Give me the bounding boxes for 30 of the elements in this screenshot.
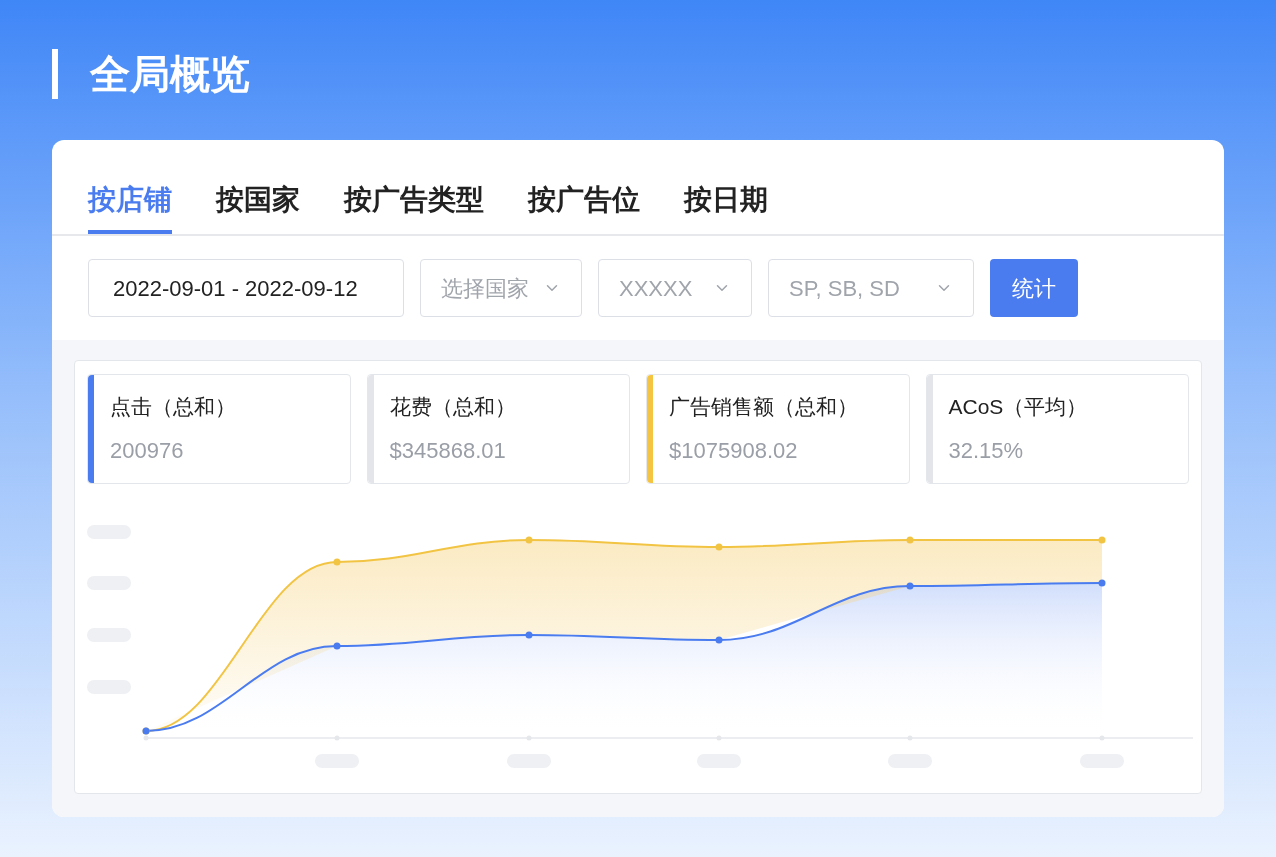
stat-value: $345868.01 [389, 437, 507, 466]
date-range-field[interactable]: 2022-09-01 - 2022-09-12 [88, 259, 404, 317]
data-point [715, 636, 723, 644]
stat-label: 点击（总和） [110, 393, 237, 420]
tab[interactable]: 按广告位 [528, 140, 640, 234]
tab[interactable]: 按日期 [684, 140, 768, 234]
stat-label: 广告销售额（总和） [669, 393, 859, 420]
page-title: 全局概览 [90, 54, 250, 94]
data-point [333, 558, 341, 566]
data-point [1098, 579, 1106, 587]
data-point [333, 642, 341, 650]
stat-value: 32.15% [948, 437, 1025, 466]
data-point [715, 543, 723, 551]
tab[interactable]: 按店铺 [88, 140, 172, 234]
data-point [525, 536, 533, 544]
tab[interactable]: 按广告类型 [344, 140, 484, 234]
select-placeholder: 选择国家 [441, 274, 529, 303]
tab[interactable]: 按国家 [216, 140, 300, 234]
data-point [525, 631, 533, 639]
title-accent-bar [52, 49, 58, 99]
select-value: XXXXX [619, 274, 693, 303]
select-value: SP, SB, SD [789, 274, 900, 303]
submit-button[interactable]: 统计 [990, 259, 1078, 317]
stat-value: $1075908.02 [669, 437, 799, 466]
data-point [1098, 536, 1106, 544]
stat-label: ACoS（平均） [948, 393, 1089, 420]
data-point [906, 582, 914, 590]
stat-value: 200976 [110, 437, 185, 466]
data-point [906, 536, 914, 544]
stat-label: 花费（总和） [389, 393, 517, 420]
